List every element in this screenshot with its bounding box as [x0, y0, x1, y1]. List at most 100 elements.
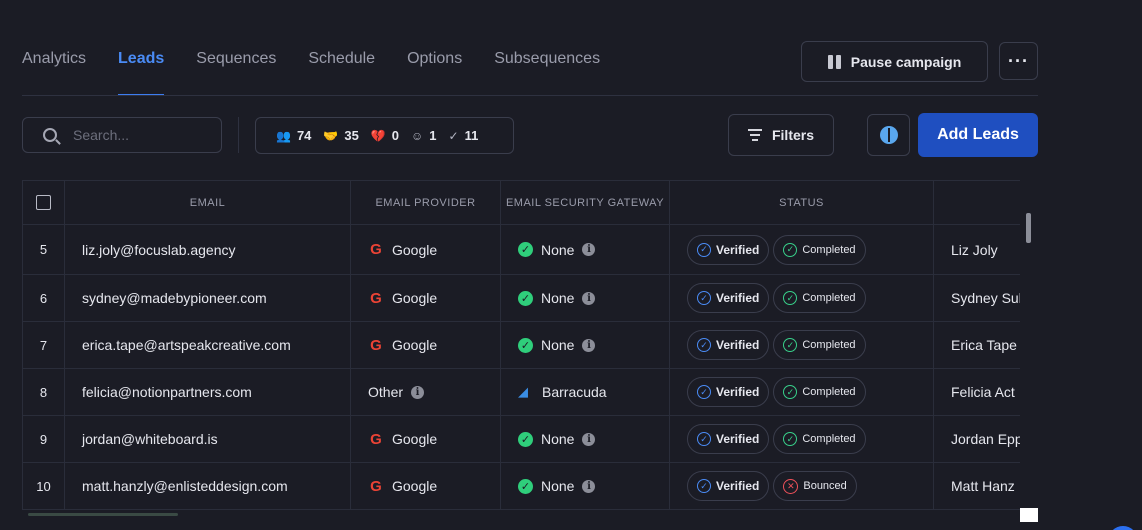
tab-analytics[interactable]: Analytics — [22, 40, 86, 96]
verified-label: Verified — [716, 432, 760, 446]
google-icon: G — [370, 336, 382, 354]
lead-email[interactable]: jordan@whiteboard.is — [64, 415, 351, 463]
completed-icon: ✓ — [783, 242, 798, 257]
row-number: 7 — [22, 321, 65, 369]
select-all-checkbox[interactable] — [36, 195, 51, 210]
row-number: 10 — [22, 462, 65, 510]
lead-name[interactable]: Sydney Sul — [933, 274, 1020, 322]
lead-email[interactable]: matt.hanzly@enlisteddesign.com — [64, 462, 351, 510]
verified-label: Verified — [716, 479, 760, 493]
status-badge: ✓ Completed — [773, 377, 866, 407]
more-options-button[interactable]: ··· — [999, 42, 1038, 80]
people-icon: 👥 — [276, 128, 291, 143]
stat-check-circle[interactable]: ✓ 11 — [449, 128, 479, 143]
table-header-row: EMAIL EMAIL PROVIDER EMAIL SECURITY GATE… — [22, 180, 1020, 225]
gateway-cell: ✓ None i — [500, 415, 670, 463]
info-icon[interactable]: i — [582, 432, 596, 446]
horizontal-scrollbar[interactable] — [28, 513, 178, 516]
pause-campaign-button[interactable]: Pause campaign — [801, 41, 988, 82]
filters-button[interactable]: Filters — [728, 114, 834, 156]
verified-icon: ✓ — [697, 242, 711, 257]
lead-name[interactable]: Erica Tape — [933, 321, 1020, 369]
lead-name[interactable]: Felicia Act — [933, 368, 1020, 416]
table-row[interactable]: 5 liz.joly@focuslab.agency G Google ✓ None… — [22, 224, 1020, 275]
check-circle-icon: ✓ — [518, 431, 533, 447]
verified-badge: ✓ Verified — [687, 330, 770, 360]
column-email[interactable]: EMAIL — [64, 180, 351, 225]
info-icon[interactable]: i — [582, 338, 596, 352]
brain-icon — [879, 126, 898, 144]
table-row[interactable]: 8 felicia@notionpartners.com Other i ◢ Bar… — [22, 368, 1020, 416]
check-circle-icon: ✓ — [518, 337, 533, 353]
info-icon[interactable]: i — [582, 243, 596, 256]
tab-subsequences[interactable]: Subsequences — [494, 40, 600, 96]
add-leads-button[interactable]: Add Leads — [918, 113, 1038, 157]
verified-label: Verified — [716, 242, 760, 257]
lead-name[interactable]: Liz Joly — [933, 224, 1020, 275]
tab-leads[interactable]: Leads — [118, 40, 165, 96]
check-circle-icon: ✓ — [518, 478, 533, 494]
completed-icon: ✓ — [783, 291, 798, 305]
provider-cell: Other i — [350, 368, 501, 416]
provider-cell: G Google — [350, 274, 501, 322]
column-security-gateway[interactable]: EMAIL SECURITY GATEWAY — [500, 180, 670, 225]
gateway-label: None — [541, 290, 575, 306]
completed-icon: ✓ — [783, 432, 798, 446]
info-icon[interactable]: i — [411, 385, 425, 399]
status-label: Completed — [802, 386, 856, 398]
verified-icon: ✓ — [697, 479, 711, 493]
lead-email[interactable]: erica.tape@artspeakcreative.com — [64, 321, 351, 369]
tab-options[interactable]: Options — [407, 40, 462, 96]
column-name[interactable] — [933, 180, 1020, 225]
search-box[interactable] — [22, 117, 222, 153]
verified-badge: ✓ Verified — [687, 377, 770, 407]
stat-broken-heart[interactable]: 💔 0 — [371, 128, 399, 143]
status-cell: ✓ Verified ✓ Completed — [669, 368, 934, 416]
table-row[interactable]: 9 jordan@whiteboard.is G Google ✓ None i ✓ … — [22, 415, 1020, 463]
lead-email[interactable]: felicia@notionpartners.com — [64, 368, 351, 416]
stat-handshake[interactable]: 🤝 35 — [323, 128, 358, 143]
stat-dizzy-face[interactable]: ☺ 1 — [411, 128, 437, 143]
provider-cell: G Google — [350, 321, 501, 369]
provider-label: Google — [392, 290, 438, 306]
provider-label: Google — [392, 478, 438, 494]
google-icon: G — [370, 430, 382, 448]
tab-sequences[interactable]: Sequences — [196, 40, 276, 96]
help-chat-button[interactable] — [1108, 526, 1138, 530]
info-icon[interactable]: i — [582, 291, 596, 305]
search-input[interactable] — [73, 127, 203, 143]
provider-label: Other — [368, 384, 404, 400]
verified-label: Verified — [716, 338, 760, 352]
toolbar-divider — [238, 117, 239, 153]
select-all-cell — [22, 180, 65, 225]
status-badge: ✓ Completed — [773, 234, 866, 265]
ai-assist-button[interactable] — [867, 114, 910, 156]
table-row[interactable]: 6 sydney@madebypioneer.com G Google ✓ None… — [22, 274, 1020, 322]
row-number: 9 — [22, 415, 65, 463]
lead-name[interactable]: Jordan Epp — [933, 415, 1020, 463]
status-cell: ✓ Verified ✓ Completed — [669, 274, 934, 322]
barracuda-icon: ◢ — [518, 384, 528, 399]
column-email-provider[interactable]: EMAIL PROVIDER — [350, 180, 501, 225]
stat-value: 74 — [296, 128, 312, 143]
gateway-cell: ✓ None i — [500, 274, 670, 322]
tab-schedule[interactable]: Schedule — [308, 40, 375, 96]
pause-campaign-label: Pause campaign — [850, 53, 962, 70]
filter-icon — [747, 129, 762, 141]
completed-icon: ✓ — [783, 338, 798, 352]
lead-email[interactable]: liz.joly@focuslab.agency — [64, 224, 351, 275]
stat-value: 11 — [464, 128, 479, 143]
google-icon: G — [370, 289, 382, 307]
row-number: 8 — [22, 368, 65, 416]
info-icon[interactable]: i — [582, 479, 596, 493]
table-row[interactable]: 10 matt.hanzly@enlisteddesign.com G Googl… — [22, 462, 1020, 510]
vertical-scrollbar[interactable] — [1026, 213, 1031, 243]
row-number: 6 — [22, 274, 65, 322]
google-icon: G — [370, 477, 382, 495]
stat-people[interactable]: 👥 74 — [276, 128, 311, 143]
table-row[interactable]: 7 erica.tape@artspeakcreative.com G Googl… — [22, 321, 1020, 369]
column-status[interactable]: STATUS — [669, 180, 934, 225]
lead-name[interactable]: Matt Hanz — [933, 462, 1020, 510]
gateway-label: Barracuda — [542, 384, 607, 400]
lead-email[interactable]: sydney@madebypioneer.com — [64, 274, 351, 322]
